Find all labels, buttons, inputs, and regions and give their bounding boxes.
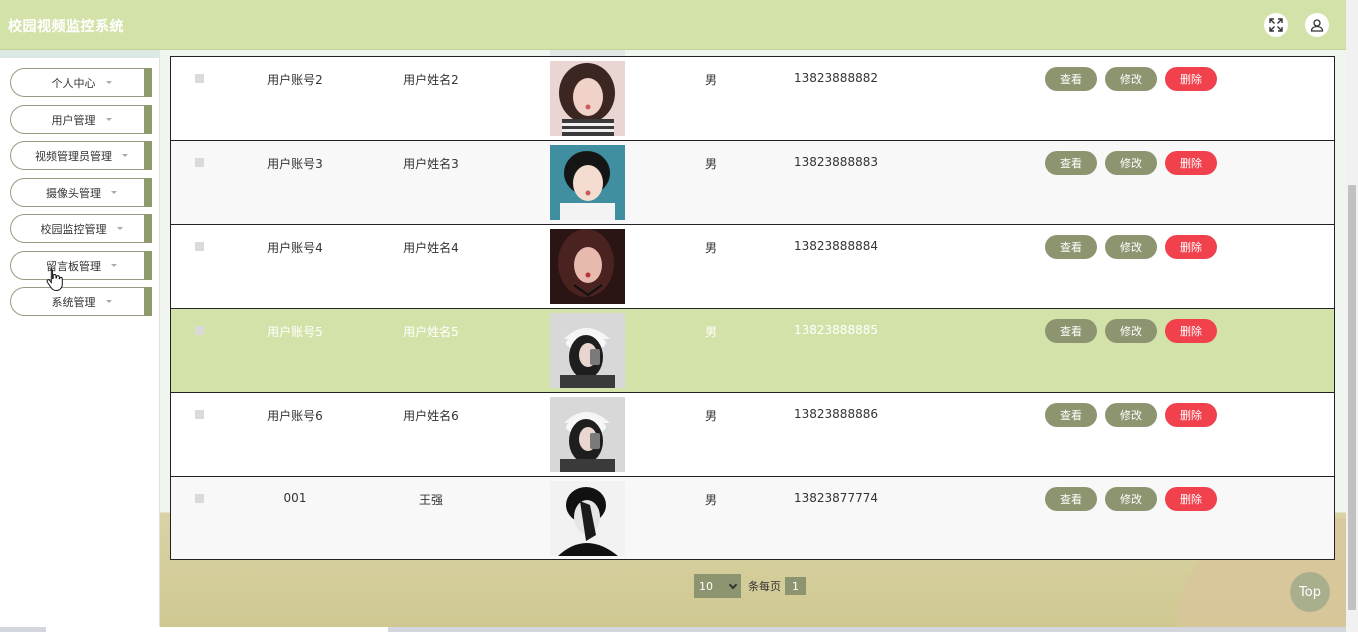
page-size-select[interactable]: 10 [694, 574, 741, 598]
table-row-highlighted: 用户账号5 用户姓名5 男 13823888885 查看 修改 删除 [171, 309, 1334, 393]
cell-account: 用户账号2 [267, 73, 323, 87]
view-button[interactable]: 查看 [1045, 403, 1097, 427]
pagination: 10 条每页 1 [694, 574, 806, 598]
cell-account: 001 [283, 491, 307, 505]
user-table: 用户账号2 用户姓名2 男 13823888882 查看 修改 删除 用户账号3… [170, 56, 1335, 560]
user-icon [1310, 19, 1324, 32]
view-button[interactable]: 查看 [1045, 235, 1097, 259]
cell-name: 用户姓名2 [403, 73, 459, 87]
avatar [550, 481, 625, 556]
cell-phone: 13823877774 [794, 491, 878, 505]
caret-down-icon [116, 227, 123, 230]
avatar [550, 61, 625, 136]
table-row: 001 王强 男 13823877774 查看 修改 删除 [171, 477, 1334, 560]
per-page-label: 条每页 [748, 580, 781, 593]
cell-account: 用户账号6 [267, 409, 323, 423]
row-checkbox[interactable] [195, 74, 204, 83]
avatar [550, 397, 625, 472]
delete-button[interactable]: 删除 [1165, 319, 1217, 343]
top-header: 校园视频监控系统 [0, 0, 1346, 50]
view-button[interactable]: 查看 [1045, 487, 1097, 511]
cell-name: 用户姓名3 [403, 157, 459, 171]
sidebar-item-user-management[interactable]: 用户管理 [10, 105, 152, 134]
caret-down-icon [111, 264, 117, 267]
avatar [550, 313, 625, 388]
delete-button[interactable]: 删除 [1165, 487, 1217, 511]
row-checkbox[interactable] [195, 242, 204, 251]
hand-cursor-icon [46, 268, 63, 292]
cell-phone: 13823888883 [794, 155, 878, 169]
caret-down-icon [105, 300, 112, 303]
edit-button[interactable]: 修改 [1105, 67, 1157, 91]
edit-button[interactable]: 修改 [1105, 487, 1157, 511]
cell-phone: 13823888884 [794, 239, 878, 253]
avatar [550, 145, 625, 220]
table-row: 用户账号4 用户姓名4 男 13823888884 查看 修改 删除 [171, 225, 1334, 309]
scrollbar-thumb[interactable] [1348, 185, 1356, 610]
cell-name: 用户姓名5 [403, 325, 459, 339]
sidebar-item-message-board-management[interactable]: 留言板管理 [10, 251, 152, 280]
cell-account: 用户账号3 [267, 157, 323, 171]
fullscreen-button[interactable] [1264, 13, 1288, 37]
page-number-button[interactable]: 1 [785, 577, 806, 595]
cell-name: 用户姓名4 [403, 241, 459, 255]
fullscreen-icon [1269, 18, 1283, 32]
delete-button[interactable]: 删除 [1165, 403, 1217, 427]
avatar [550, 229, 625, 304]
view-button[interactable]: 查看 [1045, 67, 1097, 91]
cell-gender: 男 [704, 73, 717, 87]
cell-gender: 男 [704, 493, 717, 507]
table-row: 用户账号6 用户姓名6 男 13823888886 查看 修改 删除 [171, 393, 1334, 477]
cell-gender: 男 [704, 325, 717, 339]
view-button[interactable]: 查看 [1045, 319, 1097, 343]
edit-button[interactable]: 修改 [1105, 235, 1157, 259]
cell-account: 用户账号4 [267, 241, 323, 255]
sidebar-item-system-management[interactable]: 系统管理 [10, 287, 152, 316]
edit-button[interactable]: 修改 [1105, 151, 1157, 175]
cell-phone: 13823888882 [794, 71, 878, 85]
cell-gender: 男 [704, 241, 717, 255]
sidebar-item-campus-monitor-management[interactable]: 校园监控管理 [10, 214, 152, 243]
back-to-top-button[interactable]: Top [1290, 572, 1330, 612]
view-button[interactable]: 查看 [1045, 151, 1097, 175]
sidebar-item-video-admin-management[interactable]: 视频管理员管理 [10, 141, 152, 170]
caret-down-icon [122, 154, 128, 157]
horizontal-scrollbar[interactable] [0, 627, 1346, 632]
sidebar-item-personal-center[interactable]: 个人中心 [10, 68, 152, 97]
cell-phone: 13823888885 [794, 323, 878, 337]
edit-button[interactable]: 修改 [1105, 403, 1157, 427]
user-button[interactable] [1305, 13, 1329, 37]
cell-gender: 男 [704, 409, 717, 423]
edit-button[interactable]: 修改 [1105, 319, 1157, 343]
sidebar-item-camera-management[interactable]: 摄像头管理 [10, 178, 152, 207]
cell-phone: 13823888886 [794, 407, 878, 421]
delete-button[interactable]: 删除 [1165, 151, 1217, 175]
row-checkbox[interactable] [195, 158, 204, 167]
row-checkbox[interactable] [195, 494, 204, 503]
delete-button[interactable]: 删除 [1165, 235, 1217, 259]
caret-down-icon [111, 191, 117, 194]
table-row: 用户账号3 用户姓名3 男 13823888883 查看 修改 删除 [171, 141, 1334, 225]
chevron-down-icon [728, 580, 738, 590]
cell-name: 用户姓名6 [403, 409, 459, 423]
delete-button[interactable]: 删除 [1165, 67, 1217, 91]
app-title: 校园视频监控系统 [8, 19, 124, 35]
row-checkbox[interactable] [195, 326, 204, 335]
caret-down-icon [105, 118, 112, 121]
cell-name: 王强 [418, 493, 443, 507]
row-checkbox[interactable] [195, 410, 204, 419]
caret-down-icon [105, 81, 112, 84]
cell-gender: 男 [704, 157, 717, 171]
table-row: 用户账号2 用户姓名2 男 13823888882 查看 修改 删除 [171, 57, 1334, 141]
cell-account: 用户账号5 [267, 325, 323, 339]
sidebar [0, 50, 160, 628]
vertical-scrollbar[interactable] [1346, 0, 1358, 632]
